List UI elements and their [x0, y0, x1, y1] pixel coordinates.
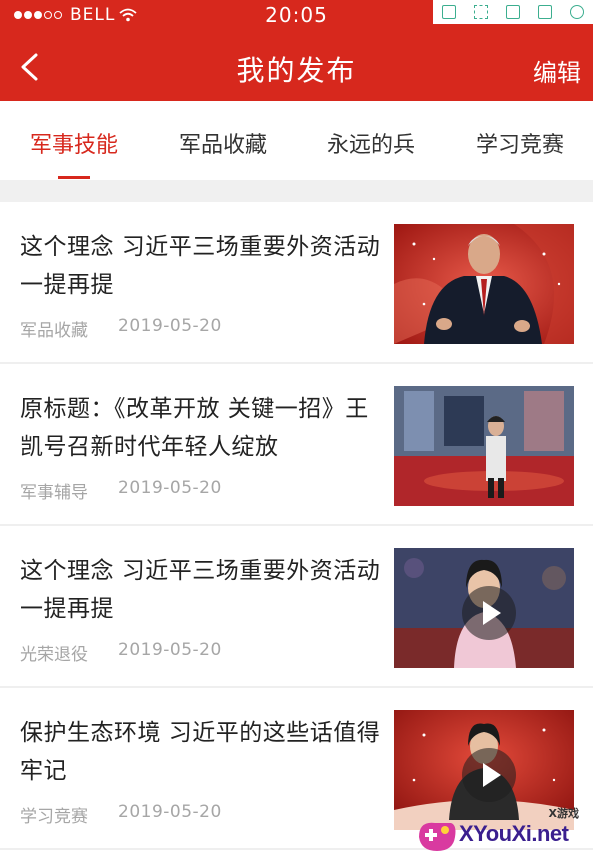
tab-forever-soldier[interactable]: 永远的兵: [327, 127, 415, 159]
play-icon[interactable]: [462, 748, 516, 802]
item-date: 2019-05-20: [118, 478, 222, 498]
tab-study-contest[interactable]: 学习竞赛: [476, 127, 564, 159]
fullscreen-icon[interactable]: [474, 5, 488, 19]
watermark-logo-icon: [419, 822, 456, 851]
section-separator: [0, 180, 593, 202]
item-thumbnail: [394, 224, 574, 344]
save-icon[interactable]: [506, 5, 520, 19]
item-date: 2019-05-20: [118, 640, 222, 660]
window-icon[interactable]: [442, 5, 456, 19]
item-title: 原标题：《改革开放 关键一招》王凯号召新时代年轻人绽放: [20, 396, 369, 460]
edit-button[interactable]: 编辑: [533, 53, 581, 88]
category-tabs: 军事技能 军品收藏 永远的兵 学习竞赛: [0, 101, 593, 180]
item-title: 这个理念 习近平三场重要外资活动一提再提: [20, 558, 381, 622]
play-icon[interactable]: [462, 586, 516, 640]
item-date: 2019-05-20: [118, 802, 222, 822]
browser-toolbar: [433, 0, 593, 24]
app-header: BELL 20:05 我的发布 编辑: [0, 0, 593, 101]
watermark-small-text: X游戏: [548, 807, 579, 820]
watermark: X游戏 XYouXi.net: [413, 803, 593, 863]
settings-icon[interactable]: [570, 5, 584, 19]
page-title: 我的发布: [236, 54, 357, 87]
item-thumbnail: [394, 548, 574, 668]
tab-military-collection[interactable]: 军品收藏: [179, 127, 267, 159]
item-thumbnail: [394, 386, 574, 506]
item-category: 军品收藏: [20, 321, 88, 341]
status-bar: BELL 20:05: [0, 0, 593, 30]
active-tab-indicator: [58, 176, 90, 179]
item-category: 光荣退役: [20, 645, 88, 665]
share-icon[interactable]: [538, 5, 552, 19]
list-item[interactable]: 这个理念 习近平三场重要外资活动一提再提 军品收藏 2019-05-20: [0, 202, 593, 364]
page: BELL 20:05 我的发布 编辑 军事技能 军品收藏 永远的兵 学习竞赛 这…: [0, 0, 593, 863]
item-date: 2019-05-20: [118, 316, 222, 336]
item-category: 军事辅导: [20, 483, 88, 503]
watermark-text: XYouXi.net: [459, 821, 569, 846]
tab-military-skills[interactable]: 军事技能: [30, 127, 118, 159]
list-item[interactable]: 这个理念 习近平三场重要外资活动一提再提 光荣退役 2019-05-20: [0, 526, 593, 688]
list-item[interactable]: 原标题：《改革开放 关键一招》王凯号召新时代年轻人绽放 军事辅导 2019-05…: [0, 364, 593, 526]
item-category: 学习竞赛: [20, 807, 88, 827]
item-title: 保护生态环境 习近平的这些话值得牢记: [20, 720, 381, 784]
item-title: 这个理念 习近平三场重要外资活动一提再提: [20, 234, 381, 298]
